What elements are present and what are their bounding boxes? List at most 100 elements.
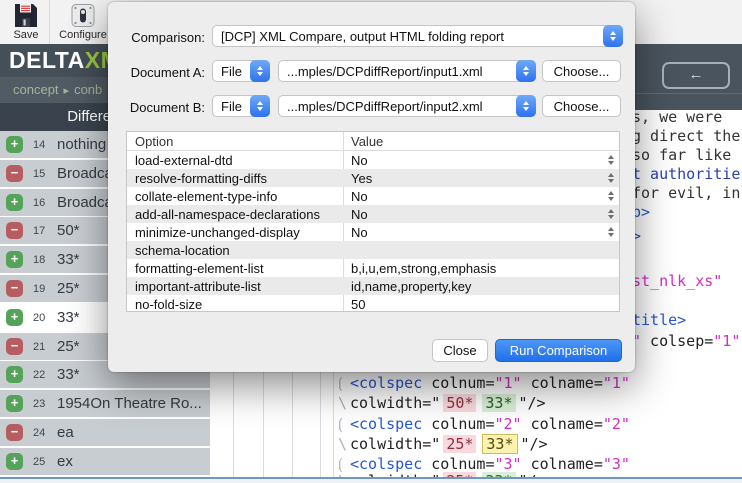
fold-marker[interactable]: ⟮ xyxy=(338,374,350,392)
plus-icon: + xyxy=(6,136,23,153)
table-row[interactable]: minimize-unchanged-displayNo xyxy=(127,223,619,241)
stepper-icon[interactable] xyxy=(608,227,614,237)
option-value[interactable]: Yes xyxy=(351,171,372,186)
code-line-fragment: for evil, in xyxy=(632,184,740,202)
table-row[interactable]: no-fold-size50 xyxy=(127,295,619,313)
row-label: 25* xyxy=(57,280,80,297)
fold-marker[interactable]: ⟮ xyxy=(338,415,350,433)
code-line-fragment: s, we were xyxy=(632,110,722,126)
options-table: Option Value load-external-dtd No resolve… xyxy=(126,131,620,312)
minus-icon: − xyxy=(6,424,23,441)
option-value[interactable]: id,name,property,key xyxy=(351,279,471,294)
option-name: load-external-dtd xyxy=(135,153,233,168)
choose-document-a-button[interactable]: Choose... xyxy=(542,60,621,82)
switch-icon xyxy=(71,3,95,28)
breadcrumb-item-conb[interactable]: conb xyxy=(74,82,102,97)
list-item[interactable]: +231954On Theatre Ro... xyxy=(0,390,210,417)
list-item[interactable]: −24ea xyxy=(0,419,210,446)
row-number: 17 xyxy=(33,225,57,237)
option-name: collate-element-type-info xyxy=(135,189,277,204)
code-line: \colwidth="50*33*"/> xyxy=(338,394,546,412)
option-value[interactable]: No xyxy=(351,153,368,168)
row-number: 18 xyxy=(33,254,57,266)
fold-marker[interactable]: ⟮ xyxy=(338,455,350,473)
selected-diff-value[interactable]: 33* xyxy=(482,434,517,454)
plus-icon: + xyxy=(6,453,23,470)
popup-stepper-icon xyxy=(250,95,270,117)
popup-stepper-icon xyxy=(516,60,536,82)
configure-label: Configure xyxy=(59,29,107,41)
row-label: 1954On Theatre Ro... xyxy=(57,395,202,412)
header-divider xyxy=(630,93,742,94)
breadcrumb-item-concept[interactable]: concept xyxy=(13,82,59,97)
fold-marker[interactable]: \ xyxy=(338,435,350,453)
row-number: 24 xyxy=(33,427,57,439)
table-row[interactable]: resolve-formatting-diffsYes xyxy=(127,169,619,187)
breadcrumb: concept ▸ conb xyxy=(13,82,102,97)
row-number: 14 xyxy=(33,139,57,151)
row-label: ex xyxy=(57,453,73,470)
minus-icon: − xyxy=(6,165,23,182)
document-a-type-value: File xyxy=(221,64,247,79)
document-b-path-select[interactable]: ...mples/DCPdiffReport/input2.xml xyxy=(278,95,536,117)
code-line: ⟮<colspec colnum="1" colname="1" xyxy=(338,374,630,392)
row-label: 50* xyxy=(57,222,80,239)
minus-icon: − xyxy=(6,338,23,355)
option-value[interactable]: 50 xyxy=(351,297,365,312)
code-line: ⟮<colspec colnum="3" colname="3" xyxy=(338,455,630,473)
row-label: nothing xyxy=(57,136,106,153)
document-a-type-select[interactable]: File xyxy=(212,60,270,82)
row-number: 16 xyxy=(33,197,57,209)
row-number: 20 xyxy=(33,312,57,324)
table-row[interactable]: important-attribute-list id,name,property… xyxy=(127,277,619,295)
document-b-type-select[interactable]: File xyxy=(212,95,270,117)
fold-guide-line xyxy=(292,365,293,477)
fold-marker[interactable]: \ xyxy=(338,394,350,412)
option-value[interactable]: No xyxy=(351,225,368,240)
fold-guide-line xyxy=(233,365,234,477)
code-line-fragment: title> xyxy=(632,311,686,329)
table-row[interactable]: collate-element-type-info No xyxy=(127,187,619,205)
option-value[interactable]: b,i,u,em,strong,emphasis xyxy=(351,261,496,276)
code-line: ⟮<colspec colnum="2" colname="2" xyxy=(338,415,630,433)
minus-icon: − xyxy=(6,222,23,239)
document-b-type-value: File xyxy=(221,99,247,114)
fold-guide-line xyxy=(263,365,264,477)
table-row[interactable]: load-external-dtd No xyxy=(127,151,619,169)
document-b-path-value: ...mples/DCPdiffReport/input2.xml xyxy=(287,99,513,114)
popup-stepper-icon xyxy=(516,95,536,117)
option-name: important-attribute-list xyxy=(135,279,261,294)
breadcrumb-separator-icon: ▸ xyxy=(64,85,70,97)
table-row[interactable]: formatting-element-listb,i,u,em,strong,e… xyxy=(127,259,619,277)
configure-button[interactable]: Configure xyxy=(54,1,112,43)
option-value[interactable]: No xyxy=(351,207,368,222)
document-b-label: Document B: xyxy=(113,100,205,115)
run-comparison-dialog: Comparison: [DCP] XML Compare, output HT… xyxy=(108,2,635,372)
run-comparison-button[interactable]: Run Comparison xyxy=(495,339,622,362)
option-value[interactable]: No xyxy=(351,189,368,204)
row-label: 25* xyxy=(57,338,80,355)
stepper-icon[interactable] xyxy=(608,191,614,201)
table-row[interactable]: schema-location xyxy=(127,241,619,259)
stepper-icon[interactable] xyxy=(608,209,614,219)
app-root: Save Configure DELTAXML concept▸conb ← D… xyxy=(0,0,742,483)
popup-stepper-icon xyxy=(603,25,623,47)
minus-icon: − xyxy=(6,280,23,297)
popup-stepper-icon xyxy=(250,60,270,82)
plus-icon: + xyxy=(6,251,23,268)
comparison-label: Comparison: xyxy=(113,30,205,45)
table-row[interactable]: add-all-namespace-declarationsNo xyxy=(127,205,619,223)
plus-icon: + xyxy=(6,194,23,211)
row-number: 19 xyxy=(33,283,57,295)
save-button[interactable]: Save xyxy=(4,1,48,43)
close-button[interactable]: Close xyxy=(432,339,488,362)
document-a-path-select[interactable]: ...mples/DCPdiffReport/input1.xml xyxy=(278,60,536,82)
table-header: Option Value xyxy=(127,132,619,151)
list-item[interactable]: +25ex xyxy=(0,448,210,475)
option-column-header: Option xyxy=(135,134,173,149)
stepper-icon[interactable] xyxy=(608,173,614,183)
back-button[interactable]: ← xyxy=(662,62,730,89)
stepper-icon[interactable] xyxy=(608,155,614,165)
comparison-select[interactable]: [DCP] XML Compare, output HTML folding r… xyxy=(212,25,623,47)
choose-document-b-button[interactable]: Choose... xyxy=(542,95,621,117)
